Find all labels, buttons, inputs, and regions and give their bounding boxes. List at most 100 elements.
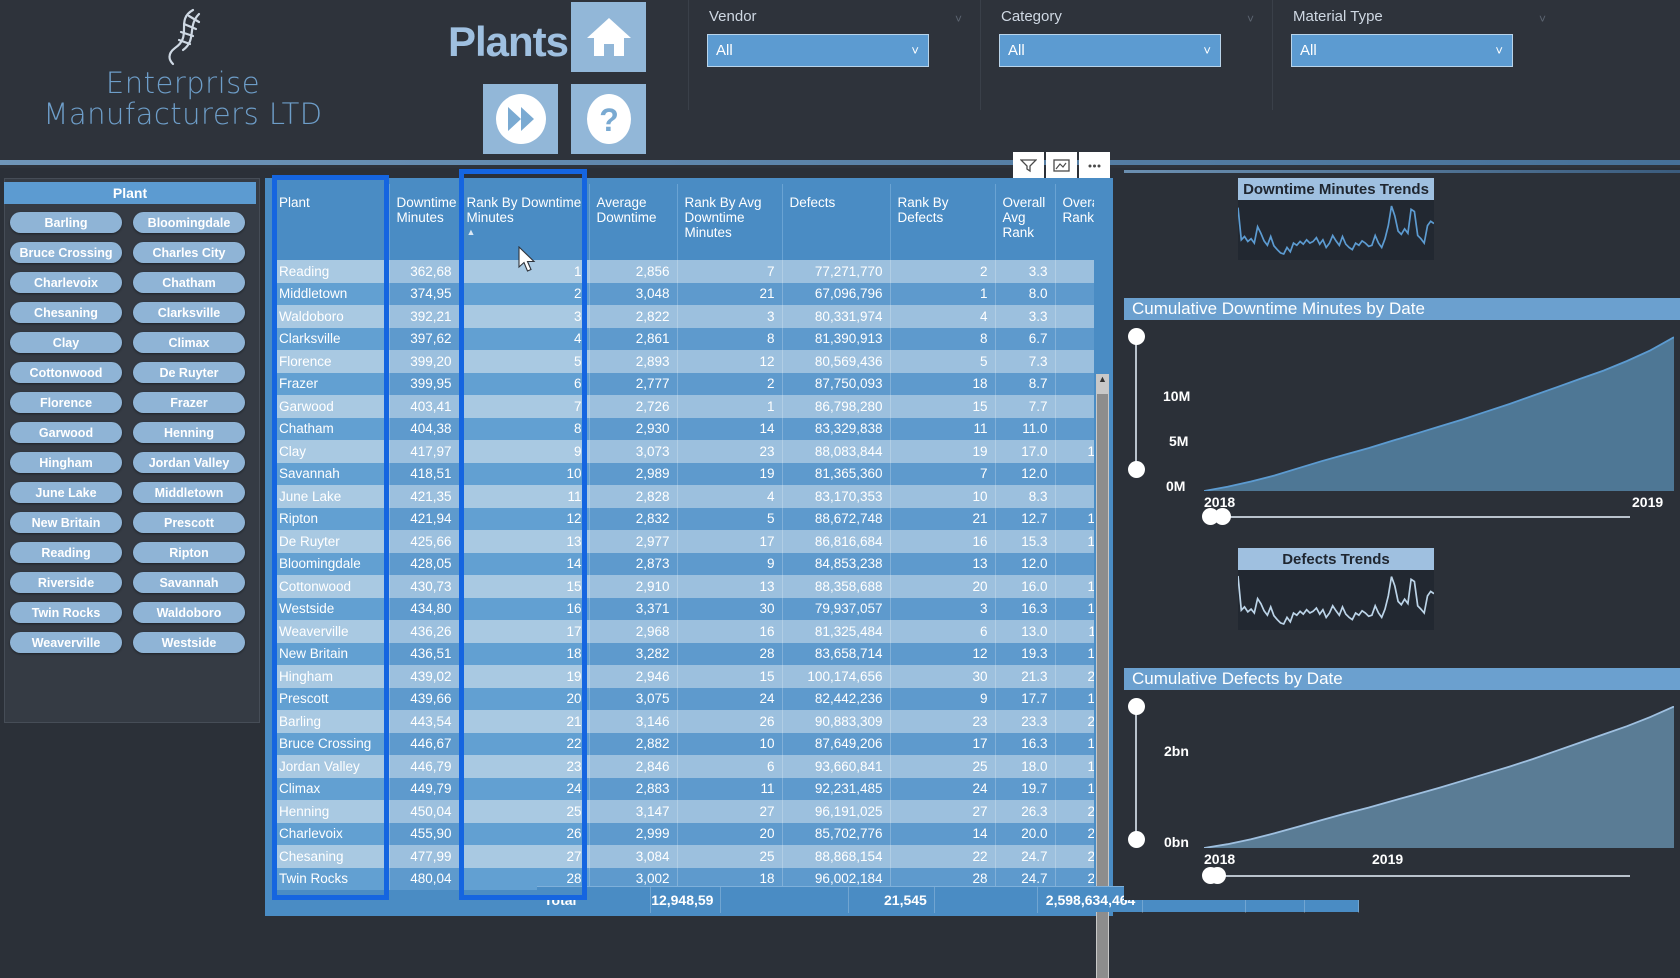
slicer-vendor[interactable]: Vendor ˅ All ˅ [688,0,980,110]
table-row[interactable]: Clay417,9793,0732388,083,8441917.015 [272,440,1094,463]
plant-chip[interactable]: Climax [133,332,245,353]
table-row[interactable]: Prescott439,66203,0752482,442,236917.716 [272,687,1094,710]
table-row[interactable]: Middletown374,9523,0482167,096,79618.05 [272,282,1094,305]
table-body[interactable]: Reading362,6812,856777,271,77023.31Middl… [272,260,1094,890]
plants-table-visual[interactable]: Plant Downtime Minutes Rank By Downtime Mi… [265,178,1360,978]
table-row[interactable]: Jordan Valley 446,79 23 2,846 6 93,660,841 25 1… [272,755,1094,778]
plant-chip[interactable]: Weaverville [10,632,122,653]
plant-chip[interactable]: Clay [10,332,122,353]
slider-knob-bottom[interactable] [1128,461,1145,478]
table-row[interactable]: De Ruyter 425,66 13 2,977 17 86,816,684 16 15.3… [272,530,1094,553]
slicer-vendor-select[interactable]: All ˅ [707,34,929,67]
table-row[interactable]: Westside434,80163,3713079,937,057316.314 [272,597,1094,620]
table-row[interactable]: Garwood403,4172,726186,798,280157.74 [272,395,1094,418]
table-header-row[interactable]: Plant Downtime Minutes Rank By Downtime Mi… [272,184,1094,260]
table-column-header[interactable]: Overall Rank [1055,184,1094,260]
slider-knob-top[interactable] [1128,698,1145,715]
table-column-header[interactable]: Rank By Avg Downtime Minutes [677,184,783,260]
plant-chip[interactable]: Jordan Valley [133,452,245,473]
slicer-material-type-select[interactable]: All ˅ [1291,34,1513,67]
table-row[interactable]: Barling443,54213,1462690,883,3092323.322 [272,710,1094,733]
plant-chip[interactable]: De Ruyter [133,362,245,383]
table-row[interactable]: Hingham 439,02 19 2,946 15 100,174,656 30 21.3 2… [272,665,1094,688]
more-options-icon[interactable] [1079,152,1110,178]
home-button[interactable] [571,2,646,72]
focus-mode-icon[interactable] [1046,152,1077,178]
cumulative-defects-x-slider[interactable] [1202,867,1640,884]
table-row[interactable]: Climax449,79242,8831192,231,4852419.719 [272,777,1094,800]
help-button[interactable]: ? [571,84,646,154]
plant-chip[interactable]: Riverside [10,572,122,593]
slicer-category[interactable]: Category ˅ All ˅ [980,0,1272,110]
slider-knob-top[interactable] [1128,328,1145,345]
total-downtime-minutes: 12,948,59 [651,886,722,913]
table-row[interactable]: Frazer399,9562,777287,750,093188.77 [272,372,1094,395]
table-row[interactable]: Henning450,04253,1472796,191,0252726.324 [272,800,1094,823]
slider-knob-bottom[interactable] [1128,831,1145,848]
table-row[interactable]: Ripton421,94122,832588,672,7482112.710 [272,507,1094,530]
plant-chip[interactable]: Hingham [10,452,122,473]
table-column-header[interactable]: Overall Avg Rank [995,184,1056,260]
slider-knob-right[interactable] [1202,867,1219,884]
plant-slicer-list[interactable]: Barling Bloomingdale Bruce Crossing Charles… [10,212,255,653]
table-row[interactable]: Savannah418,51102,9891981,365,360712.09 [272,462,1094,485]
cumulative-defects-y-slider[interactable] [1128,698,1145,848]
table-row[interactable]: New Britain 436,51 18 3,282 28 83,658,714 12 19… [272,642,1094,665]
table-row[interactable]: June Lake421,35112,828483,170,353108.36 [272,485,1094,508]
plant-chip[interactable]: Westside [133,632,245,653]
table-row[interactable]: Chesaning 477,99 27 3,084 25 88,868,154 22 24.7… [272,845,1094,868]
scroll-up-arrow[interactable]: ▲ [1096,374,1109,389]
table-column-header[interactable]: Rank By Defects [890,184,996,260]
table-column-header[interactable]: Downtime Minutes [389,184,460,260]
table-row[interactable]: Waldoboro392,2132,822380,331,97443.31 [272,305,1094,328]
table-row[interactable]: Bruce Crossing 446,67 22 2,882 10 87,649,206 1… [272,732,1094,755]
table-column-header[interactable]: Plant [272,184,390,260]
plant-chip[interactable]: Charles City [133,242,245,263]
plant-chip[interactable]: Prescott [133,512,245,533]
plant-chip[interactable]: Ripton [133,542,245,563]
table-scroll-area[interactable]: Plant Downtime Minutes Rank By Downtime Mi… [272,184,1094,894]
table-row[interactable]: Weaverville 436,26 17 2,968 16 81,325,484 6 13.… [272,620,1094,643]
plant-chip[interactable]: Bloomingdale [133,212,245,233]
plant-chip[interactable]: New Britain [10,512,122,533]
plant-chip[interactable]: Barling [10,212,122,233]
plant-chip[interactable]: Frazer [133,392,245,413]
visual-toolbar[interactable] [1013,152,1110,178]
plant-chip[interactable]: Florence [10,392,122,413]
table-row[interactable]: Clarksville397,6242,861881,390,91386.72 [272,327,1094,350]
plant-chip[interactable]: Middletown [133,482,245,503]
plants-table[interactable]: Plant Downtime Minutes Rank By Downtime Mi… [272,184,1094,890]
plant-chip[interactable]: Reading [10,542,122,563]
filter-icon[interactable] [1013,152,1044,178]
table-row[interactable]: Bloomingdale 428,05 14 2,873 9 84,853,238 13 12… [272,552,1094,575]
cumulative-downtime-card[interactable]: Cumulative Downtime Minutes by Date 10M … [1124,298,1680,530]
plant-chip[interactable]: Bruce Crossing [10,242,122,263]
downtime-trends-card[interactable]: Downtime Minutes Trends [1237,178,1435,260]
cumulative-downtime-y-slider[interactable] [1128,328,1145,478]
plant-chip[interactable]: Clarksville [133,302,245,323]
table-column-header[interactable]: Defects [782,184,891,260]
plant-chip[interactable]: Chesaning [10,302,122,323]
plant-chip[interactable]: Cottonwood [10,362,122,383]
cumulative-defects-card[interactable]: Cumulative Defects by Date 2bn 0bn 2018 … [1124,668,1680,900]
table-row[interactable]: Reading362,6812,856777,271,77023.31 [272,260,1094,283]
table-column-header[interactable]: Average Downtime [589,184,678,260]
plant-chip[interactable]: Garwood [10,422,122,443]
plant-chip[interactable]: Twin Rocks [10,602,122,623]
table-row[interactable]: Cottonwood 430,73 15 2,910 13 88,358,688 20 16.… [272,575,1094,598]
plant-chip[interactable]: Charlevoix [10,272,122,293]
table-row[interactable]: Florence399,2052,8931280,569,43657.33 [272,350,1094,373]
next-button[interactable] [483,84,558,154]
slider-knob-right[interactable] [1202,508,1219,525]
plant-chip[interactable]: Chatham [133,272,245,293]
plant-chip[interactable]: Savannah [133,572,245,593]
table-row[interactable]: Charlevoix 455,90 26 2,999 20 85,702,776 14 20.… [272,822,1094,845]
cumulative-downtime-x-slider[interactable] [1202,508,1640,525]
slicer-material-type[interactable]: Material Type ˅ All ˅ [1272,0,1564,110]
plant-chip[interactable]: June Lake [10,482,122,503]
slicer-category-select[interactable]: All ˅ [999,34,1221,67]
plant-chip[interactable]: Henning [133,422,245,443]
table-row[interactable]: Chatham404,3882,9301483,329,8381111.08 [272,417,1094,440]
plant-chip[interactable]: Waldoboro [133,602,245,623]
defects-trends-card[interactable]: Defects Trends [1237,548,1435,630]
